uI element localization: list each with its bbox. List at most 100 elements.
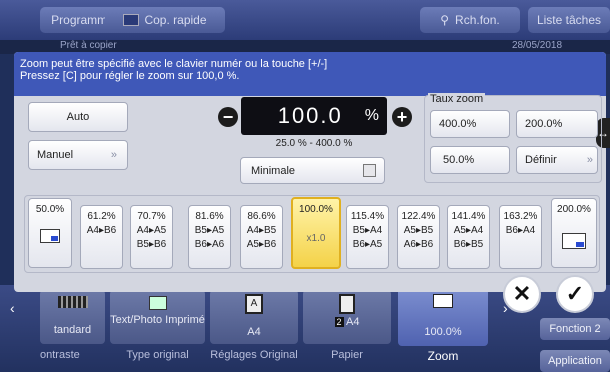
ratio-line1: B5▸A5 <box>194 225 225 236</box>
tray-2-icon: 2 <box>334 317 344 327</box>
definir-button[interactable]: Définir » <box>516 146 598 174</box>
ratio-pct: 100.0% <box>299 204 333 215</box>
ratio-line1: B6▸A4 <box>505 225 536 236</box>
cop-rapide-label: Cop. rapide <box>144 13 207 27</box>
ratio-line2: B5▸B6 <box>136 239 167 250</box>
chevron-double-right-icon: » <box>586 154 593 166</box>
ratio-pct: 61.2% <box>87 211 116 222</box>
ratio-pct: 163.2% <box>503 211 538 222</box>
tile-contraste-label: tandard <box>53 324 92 336</box>
ratio-pct: 81.6% <box>195 211 224 222</box>
cop-rapide-button[interactable]: Cop. rapide <box>105 7 225 33</box>
tile-papier-row: 2 A4 <box>303 316 391 328</box>
liste-taches-label: Liste tâches <box>536 13 602 27</box>
taux-400-label: 400.0% <box>439 118 477 130</box>
ratio-50-button[interactable]: 50.0% <box>28 198 72 268</box>
application-button[interactable]: Application <box>540 350 610 372</box>
label-reglages-original: Réglages Original <box>210 349 298 361</box>
ratio-pct: 86.6% <box>247 211 276 222</box>
ratio-163-button[interactable]: 163.2% B6▸A4 <box>499 205 542 269</box>
auto-label: Auto <box>66 111 90 123</box>
instruction-line-1: Zoom peut être spécifié avec le clavier … <box>20 58 328 70</box>
tile-zoom[interactable]: 100.0% <box>398 288 488 346</box>
zoom-unit: % <box>364 107 379 124</box>
ratio-line1: A4▸A5 <box>136 225 167 236</box>
zoom-range-text: 25.0 % - 400.0 % <box>275 138 353 149</box>
document-icon <box>148 296 167 310</box>
label-zoom: Zoom <box>427 349 459 363</box>
original-icon: A <box>245 294 263 314</box>
label-contraste: ontraste <box>40 349 80 361</box>
reduce-icon <box>40 229 60 243</box>
ratio-pct: 200.0% <box>557 204 591 215</box>
instruction-line-2: Pressez [C] pour régler le zoom sur 100,… <box>20 70 240 82</box>
ratio-141-button[interactable]: 141.4% A5▸A4 B6▸B5 <box>447 205 490 269</box>
scroll-left-icon[interactable]: ‹ <box>10 300 28 340</box>
search-label: Rch.fon. <box>455 13 500 27</box>
search-icon: ⚲ <box>440 13 450 27</box>
ratio-100-button-selected[interactable]: 100.0% x1.0 <box>291 197 341 269</box>
manuel-label: Manuel <box>37 149 74 161</box>
ratio-line2: B6▸A5 <box>352 239 383 250</box>
tile-papier-label: A4 <box>346 316 360 328</box>
ratio-line1: A5▸A4 <box>453 225 484 236</box>
ratio-line2: B6▸A6 <box>194 239 225 250</box>
dialog-header: Zoom peut être spécifié avec le clavier … <box>14 52 606 96</box>
tile-contraste[interactable]: tandard <box>40 290 105 344</box>
enlarge-icon <box>562 233 586 249</box>
ratio-line1: A4▸B5 <box>246 225 277 236</box>
ratio-115-button[interactable]: 115.4% B5▸A4 B6▸A5 <box>346 205 389 269</box>
ratio-pct: 141.4% <box>451 211 486 222</box>
taux-zoom-title: Taux zoom <box>428 93 486 105</box>
tile-reglages-original[interactable]: A A4 <box>210 290 298 344</box>
tile-reglages-label: A4 <box>247 326 261 338</box>
minus-icon[interactable]: − <box>218 107 238 127</box>
confirm-check-icon[interactable]: ✓ <box>556 275 594 313</box>
ratio-line2: B6▸B5 <box>453 239 484 250</box>
ratio-line2: x1.0 <box>306 233 326 244</box>
paper-icon <box>339 294 355 314</box>
taux-400-button[interactable]: 400.0% <box>430 110 510 138</box>
search-button[interactable]: ⚲ Rch.fon. <box>420 7 520 33</box>
chevron-double-right-icon: » <box>110 149 117 161</box>
definir-label: Définir <box>525 154 557 166</box>
ratio-122-button[interactable]: 122.4% A5▸B5 A6▸B6 <box>397 205 440 269</box>
tile-type-original-label: Text/Photo Imprimé <box>110 314 205 326</box>
contrast-icon <box>57 296 88 308</box>
liste-taches-button[interactable]: Liste tâches <box>528 7 610 33</box>
auto-button[interactable]: Auto <box>28 102 128 132</box>
ratio-line2: A5▸B6 <box>246 239 277 250</box>
minimale-checkbox-icon <box>363 164 376 177</box>
ratio-pct: 50.0% <box>35 204 65 215</box>
ratio-pct: 70.7% <box>137 211 166 222</box>
ratio-61-button[interactable]: 61.2% A4▸B6 <box>80 205 123 269</box>
taux-50-button[interactable]: 50.0% <box>430 146 510 174</box>
close-icon[interactable]: ✕ <box>503 275 541 313</box>
manuel-button[interactable]: Manuel » <box>28 140 128 170</box>
fonction2-label: Fonction 2 <box>549 323 601 335</box>
taux-50-label: 50.0% <box>443 154 475 166</box>
tile-type-original[interactable]: Text/Photo Imprimé <box>110 290 205 344</box>
taux-200-label: 200.0% <box>525 118 563 130</box>
copy-icon <box>123 14 140 26</box>
ratio-86-button[interactable]: 86.6% A4▸B5 A5▸B6 <box>240 205 283 269</box>
status-date: 28/05/2018 <box>512 40 563 51</box>
fonction2-button[interactable]: Fonction 2 <box>540 318 610 340</box>
minimale-button[interactable]: Minimale <box>240 157 385 184</box>
zoom-icon <box>433 294 453 308</box>
minimale-label: Minimale <box>251 164 296 177</box>
tile-zoom-label: 100.0% <box>424 326 462 338</box>
ratio-line2: A6▸B6 <box>403 239 434 250</box>
zoom-value: 100.0 <box>277 103 343 128</box>
status-text: Prêt à copier <box>60 40 117 51</box>
ratio-line1: A4▸B6 <box>86 225 117 236</box>
taux-200-button[interactable]: 200.0% <box>516 110 598 138</box>
zoom-value-display[interactable]: 100.0 % <box>241 97 387 135</box>
label-type-original: Type original <box>126 349 189 361</box>
ratio-200-button[interactable]: 200.0% <box>551 198 597 268</box>
ratio-81-button[interactable]: 81.6% B5▸A5 B6▸A6 <box>188 205 231 269</box>
ratio-pct: 122.4% <box>401 211 436 222</box>
ratio-70-button[interactable]: 70.7% A4▸A5 B5▸B6 <box>130 205 173 269</box>
tile-papier[interactable]: 2 A4 <box>303 290 391 344</box>
plus-icon[interactable]: + <box>392 107 412 127</box>
